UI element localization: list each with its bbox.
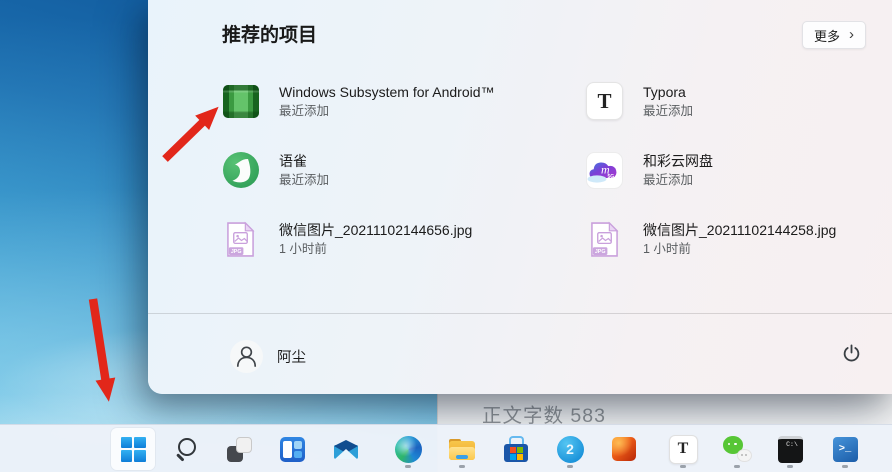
power-icon — [843, 343, 859, 361]
blue-app-glyph: 2 — [566, 441, 574, 457]
recommended-item-jpg-1[interactable]: JPG 微信图片_20211102144656.jpg 1 小时前 — [222, 217, 578, 261]
running-indicator — [459, 465, 465, 468]
terminal-prompt-text: C:\ — [786, 440, 798, 448]
item-subtitle: 最近添加 — [643, 103, 694, 118]
jpg-file-icon: JPG — [586, 221, 623, 258]
hecaiyun-5g-badge: 5G — [608, 174, 615, 180]
wechat-bubbles-icon — [722, 436, 752, 462]
running-indicator — [680, 465, 686, 468]
running-indicator — [842, 465, 848, 468]
jpg-label: JPG — [231, 249, 242, 255]
taskbar: 2 T C:\ >_ — [0, 424, 892, 472]
item-title: 微信图片_20211102144258.jpg — [643, 221, 837, 238]
running-indicator — [734, 465, 740, 468]
item-subtitle: 最近添加 — [279, 172, 330, 187]
wechat-button[interactable] — [715, 428, 759, 470]
edge-browser-button[interactable] — [386, 428, 430, 470]
search-icon — [174, 437, 198, 461]
item-subtitle: 1 小时前 — [279, 241, 327, 256]
widgets-button[interactable] — [270, 428, 314, 470]
jpg-label: JPG — [595, 249, 606, 255]
power-button[interactable] — [830, 332, 872, 374]
widgets-icon — [279, 436, 305, 462]
recommended-item-yuque[interactable]: 语雀 最近添加 — [222, 148, 578, 192]
recommended-item-jpg-2[interactable]: JPG 微信图片_20211102144258.jpg 1 小时前 — [586, 217, 892, 261]
typora-icon: T — [668, 434, 698, 464]
recommended-item-wsa[interactable]: Windows Subsystem for Android™ 最近添加 — [222, 79, 578, 123]
yuque-bird-icon — [222, 152, 259, 189]
search-button[interactable] — [164, 428, 208, 470]
office-button[interactable] — [602, 428, 646, 470]
typora-button[interactable]: T — [661, 428, 705, 470]
item-title: 微信图片_20211102144656.jpg — [279, 221, 473, 238]
microsoft-store-button[interactable] — [494, 428, 538, 470]
more-button-label: 更多 — [813, 28, 840, 44]
edge-icon — [394, 435, 422, 463]
item-title: 语雀 — [279, 152, 307, 169]
item-title: Typora — [643, 83, 686, 100]
recommended-item-hecaiyun[interactable]: m 5G 和彩云网盘 最近添加 — [586, 148, 892, 192]
recommended-item-typora[interactable]: T Typora 最近添加 — [586, 79, 892, 123]
jpg-file-icon: JPG — [222, 221, 259, 258]
typora-letter: T — [597, 88, 612, 113]
user-account-button[interactable]: 阿尘 — [220, 334, 316, 378]
item-subtitle: 最近添加 — [279, 103, 330, 118]
file-explorer-button[interactable] — [440, 428, 484, 470]
item-title: Windows Subsystem for Android™ — [279, 83, 495, 100]
user-bar: 阿尘 — [148, 314, 892, 394]
task-view-icon — [226, 436, 252, 462]
recommended-section-title: 推荐的项目 — [222, 25, 318, 46]
start-button[interactable] — [111, 428, 155, 470]
item-subtitle: 最近添加 — [643, 172, 694, 187]
blue-circle-app-icon: 2 — [556, 435, 584, 463]
store-bag-icon — [504, 436, 528, 462]
user-avatar-icon — [230, 339, 263, 373]
running-indicator — [405, 465, 411, 468]
windows-logo-icon — [120, 436, 146, 462]
running-indicator — [787, 465, 793, 468]
chevron-right-icon: › — [849, 25, 854, 43]
powershell-icon: >_ — [832, 436, 858, 462]
screenshot-root: 正文字数 583 推荐的项目 更多 › Windows Subsystem fo… — [0, 0, 892, 472]
wsa-cube-icon — [222, 84, 259, 118]
blue-circle-app-button[interactable]: 2 — [548, 428, 592, 470]
user-name: 阿尘 — [277, 349, 306, 366]
typora-icon: T — [586, 82, 623, 120]
typora-letter: T — [677, 440, 689, 457]
more-button[interactable]: 更多 › — [801, 21, 866, 49]
hecaiyun-cloud-icon: m 5G — [586, 151, 623, 189]
item-title: 和彩云网盘 — [643, 152, 713, 169]
task-view-button[interactable] — [217, 428, 261, 470]
powershell-button[interactable]: >_ — [823, 428, 867, 470]
powershell-glyph: >_ — [838, 443, 852, 455]
folder-icon — [449, 438, 475, 460]
item-subtitle: 1 小时前 — [643, 241, 691, 256]
office-icon — [612, 437, 636, 461]
terminal-icon: C:\ — [777, 435, 803, 463]
start-menu-panel: 推荐的项目 更多 › Windows Subsystem for Android… — [148, 0, 892, 394]
command-prompt-button[interactable]: C:\ — [768, 428, 812, 470]
mail-envelope-icon — [334, 439, 358, 459]
running-indicator — [567, 465, 573, 468]
mail-button[interactable] — [324, 428, 368, 470]
